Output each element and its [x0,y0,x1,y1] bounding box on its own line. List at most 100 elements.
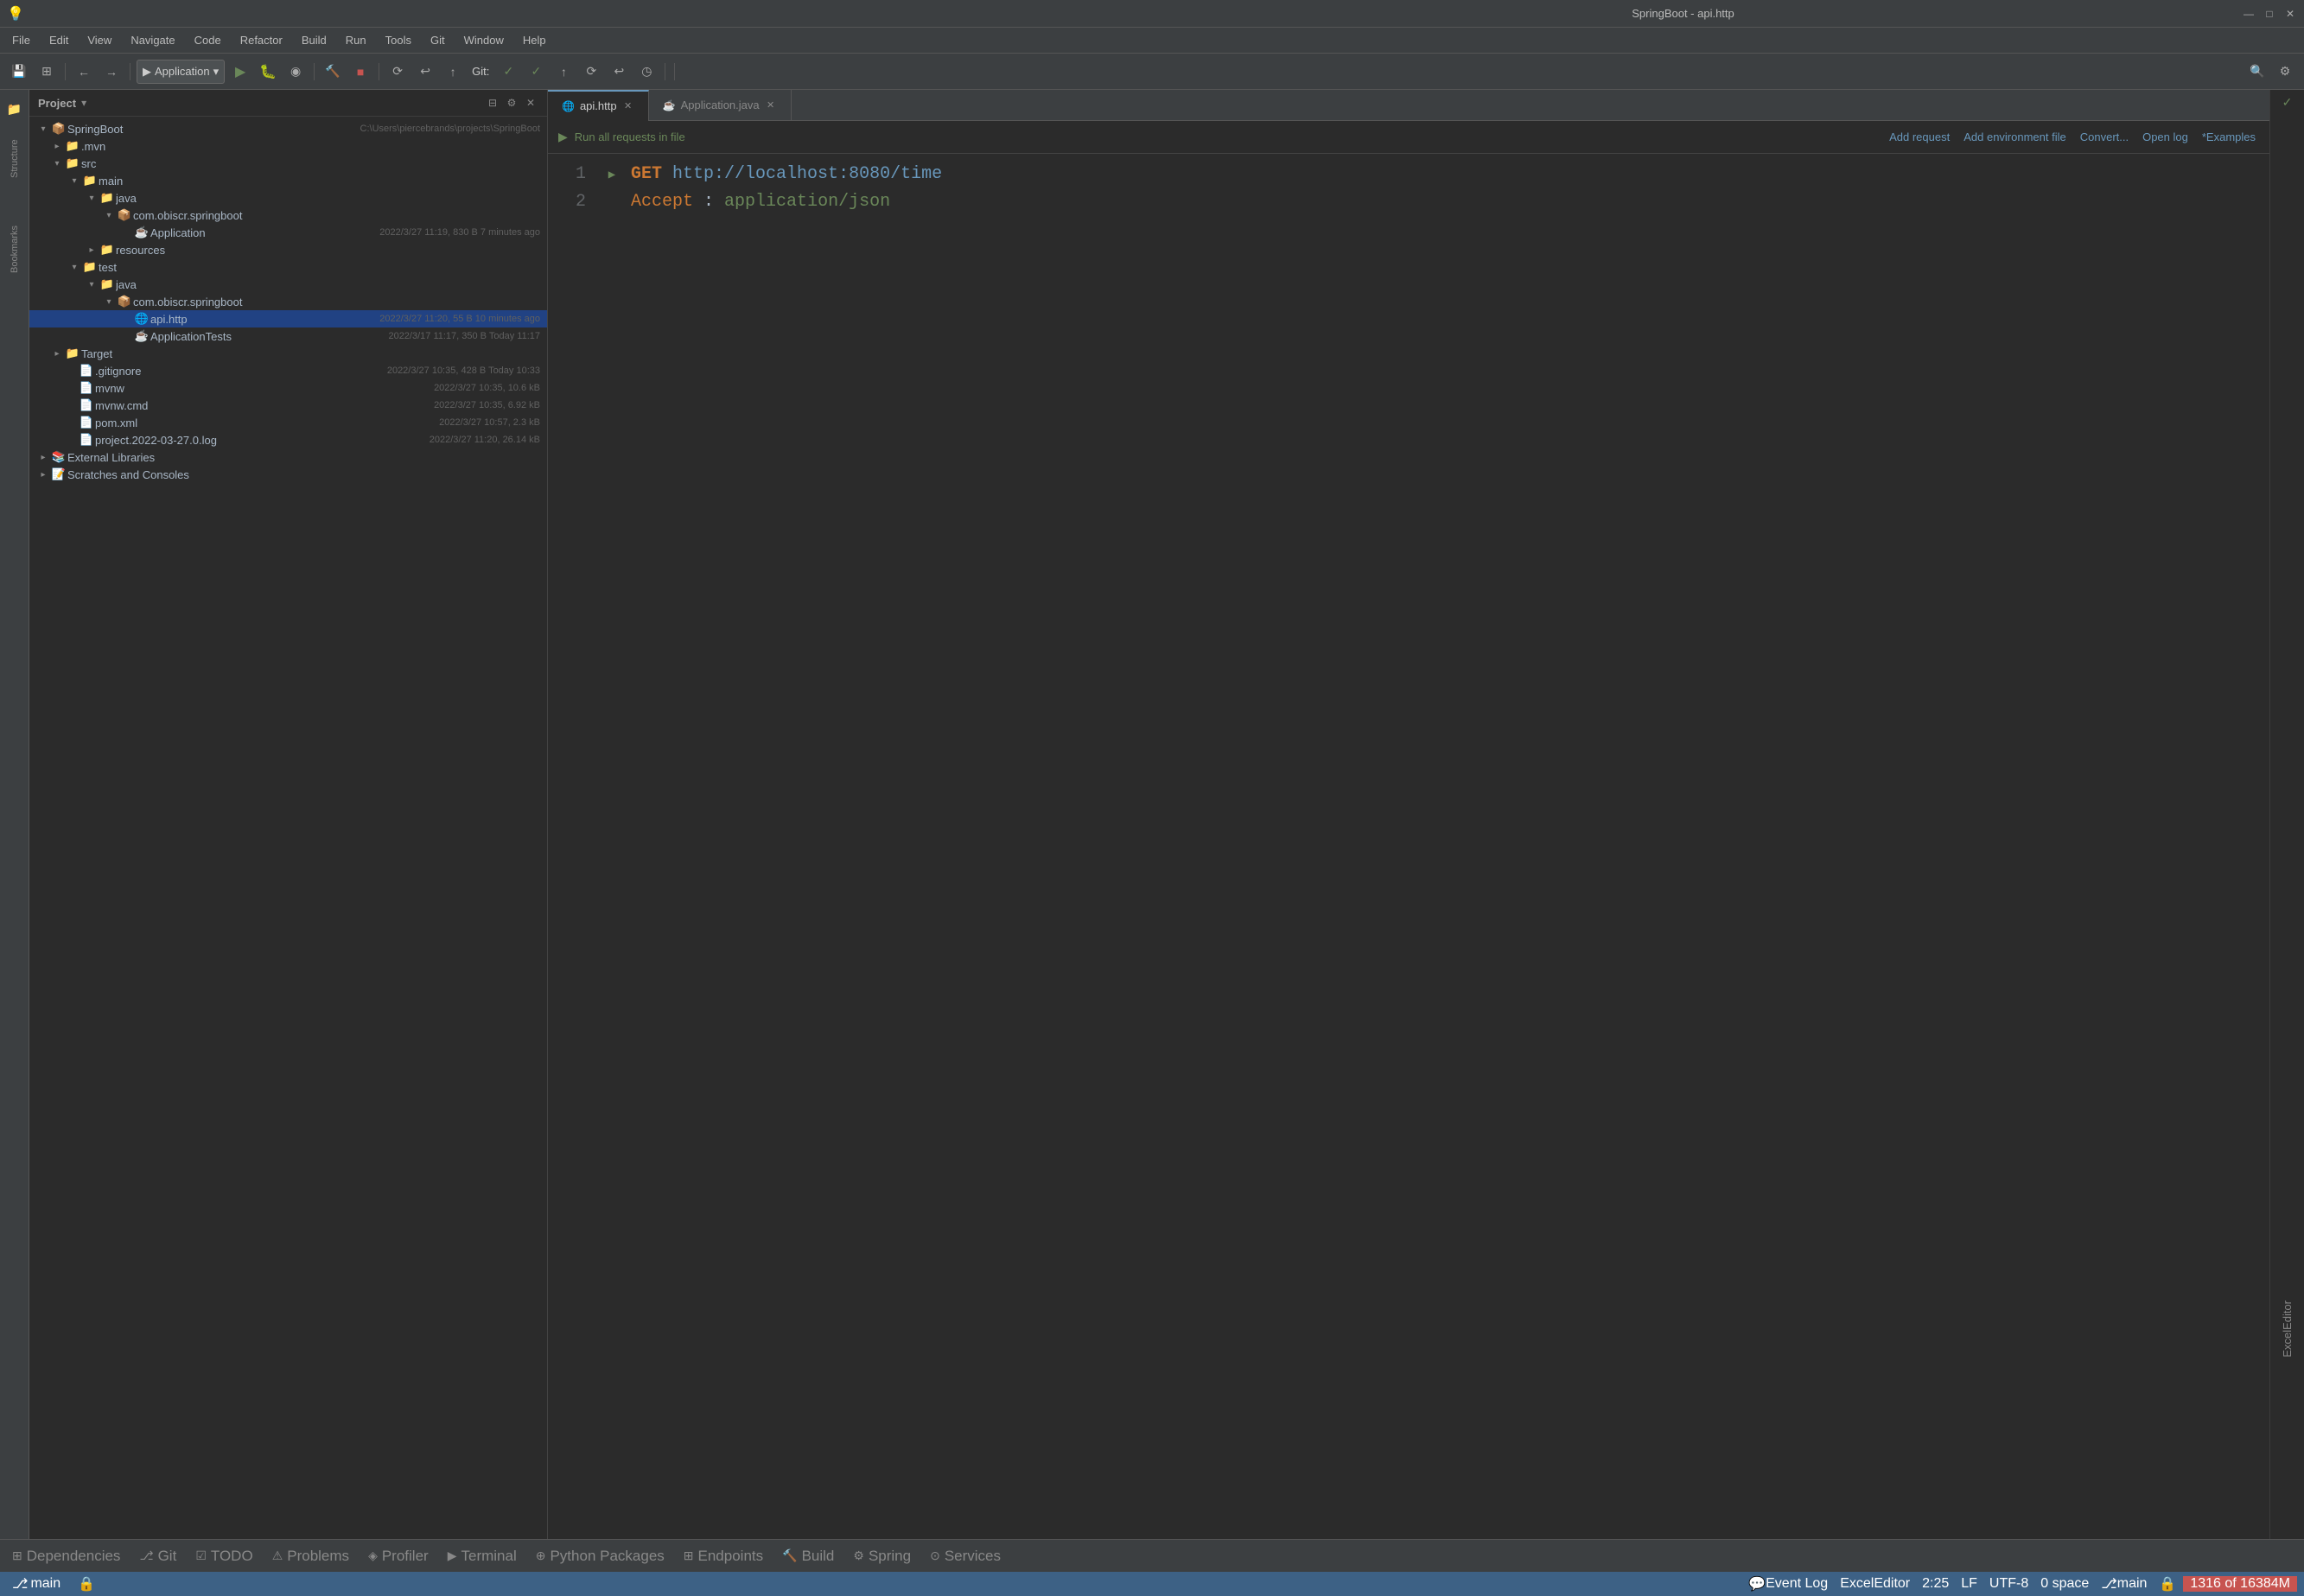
tab-profiler[interactable]: ◈ Profiler [360,1543,437,1569]
python-packages-icon: ⊕ [536,1548,546,1563]
settings-file-tree-button[interactable]: ⚙ [504,95,519,111]
minimize-button[interactable]: — [2242,7,2256,21]
add-environment-file-button[interactable]: Add environment file [1960,129,2070,145]
menu-tools[interactable]: Tools [377,30,420,50]
run-all-button[interactable]: Run all requests in file [575,130,685,143]
git-check-button[interactable]: ✓ [496,60,520,84]
menu-code[interactable]: Code [186,30,230,50]
tab-endpoints[interactable]: ⊞ Endpoints [675,1543,772,1569]
status-event-log[interactable]: 💬 Event Log [1743,1575,1833,1593]
status-line-ending[interactable]: LF [1956,1576,1983,1592]
git-tick-button[interactable]: ✓ [524,60,548,84]
menu-navigate[interactable]: Navigate [122,30,183,50]
tree-item-java-test[interactable]: ▾ 📁 java [29,276,547,293]
tab-close-api-http[interactable]: ✕ [622,100,634,112]
tree-item-project-log[interactable]: 📄 project.2022-03-27.0.log 2022/3/27 11:… [29,431,547,448]
tab-api-http[interactable]: 🌐 api.http ✕ [548,90,649,121]
tab-todo[interactable]: ☑ TODO [187,1543,261,1569]
save-button[interactable]: 💾 [7,60,31,84]
tab-close-application-java[interactable]: ✕ [765,99,777,111]
menu-file[interactable]: File [3,30,39,50]
tab-git[interactable]: ⎇ Git [130,1543,185,1569]
tree-item-application[interactable]: ☕ Application 2022/3/27 11:19, 830 B 7 m… [29,224,547,241]
stop-button[interactable]: ■ [348,60,372,84]
menu-refactor[interactable]: Refactor [232,30,291,50]
revert-button[interactable]: ↩ [413,60,437,84]
tree-item-mvn[interactable]: ▸ 📁 .mvn [29,137,547,155]
tree-item-package-test[interactable]: ▾ 📦 com.obiscr.springboot [29,293,547,310]
tab-services[interactable]: ⊙ Services [921,1543,1009,1569]
tree-item-gitignore[interactable]: 📄 .gitignore 2022/3/27 10:35, 428 B Toda… [29,362,547,379]
tree-item-pom-xml[interactable]: 📄 pom.xml 2022/3/27 10:57, 2.3 kB [29,414,547,431]
forward-button[interactable]: → [99,60,124,84]
run-button[interactable]: ▶ [228,60,252,84]
tree-item-mvnw-cmd[interactable]: 📄 mvnw.cmd 2022/3/27 10:35, 6.92 kB [29,397,547,414]
push-button[interactable]: ↑ [441,60,465,84]
tab-dependencies[interactable]: ⊞ Dependencies [3,1543,129,1569]
add-request-button[interactable]: Add request [1886,129,1953,145]
tree-item-scratches[interactable]: ▸ 📝 Scratches and Consoles [29,466,547,483]
menu-build[interactable]: Build [293,30,335,50]
save-all-button[interactable]: ⊞ [35,60,59,84]
coverage-button[interactable]: ◉ [283,60,308,84]
status-branch-right[interactable]: ⎇ main [2096,1575,2152,1593]
status-warning[interactable]: 1316 of 16384M [2183,1576,2297,1592]
run-configuration-dropdown[interactable]: ▶ Application ▾ [137,60,225,84]
tree-item-target[interactable]: ▸ 📁 Target [29,345,547,362]
status-encoding[interactable]: UTF-8 [1984,1576,2034,1592]
tree-item-springboot[interactable]: ▾ 📦 SpringBoot C:\Users\piercebrands\pro… [29,120,547,137]
tree-arrow-external-libs: ▸ [36,453,50,462]
build-button[interactable]: 🔨 [321,60,345,84]
git-history-button[interactable]: ◷ [634,60,659,84]
status-lock[interactable]: 🔒 [73,1572,100,1596]
status-excel-editor[interactable]: ExcelEditor [1835,1576,1915,1592]
settings-button[interactable]: ⚙ [2273,60,2297,84]
menu-git[interactable]: Git [422,30,454,50]
convert-button[interactable]: Convert... [2077,129,2132,145]
close-file-tree-button[interactable]: ✕ [523,95,538,111]
back-button[interactable]: ← [72,60,96,84]
tab-spring[interactable]: ⚙ Spring [844,1543,920,1569]
status-indent[interactable]: 0 space [2035,1576,2094,1592]
status-branch[interactable]: ⎇ main [7,1572,66,1596]
tree-item-external-libs[interactable]: ▸ 📚 External Libraries [29,448,547,466]
git-update-button[interactable]: ⟳ [579,60,603,84]
git-revert2-button[interactable]: ↩ [607,60,631,84]
maximize-button[interactable]: □ [2263,7,2276,21]
status-cursor-pos[interactable]: 2:25 [1917,1576,1954,1592]
tab-problems[interactable]: ⚠ Problems [264,1543,358,1569]
tree-item-application-tests[interactable]: ☕ ApplicationTests 2022/3/17 11:17, 350 … [29,327,547,345]
search-button[interactable]: 🔍 [2245,60,2269,84]
tab-terminal[interactable]: ▶ Terminal [439,1543,525,1569]
project-icon[interactable]: 📁 [3,97,27,121]
tree-item-src[interactable]: ▾ 📁 src [29,155,547,172]
git-push2-button[interactable]: ↑ [551,60,576,84]
run-line-1-button[interactable]: ▶ [608,166,615,185]
tab-build[interactable]: 🔨 Build [773,1543,843,1569]
open-log-button[interactable]: Open log [2139,129,2192,145]
examples-button[interactable]: *Examples [2199,129,2259,145]
tree-item-test[interactable]: ▾ 📁 test [29,258,547,276]
tree-item-mvnw[interactable]: 📄 mvnw 2022/3/27 10:35, 10.6 kB [29,379,547,397]
menu-edit[interactable]: Edit [41,30,77,50]
bookmarks-icon[interactable]: Bookmarks [5,214,24,283]
close-button[interactable]: ✕ [2283,7,2297,21]
menu-run[interactable]: Run [337,30,375,50]
tree-item-java-main[interactable]: ▾ 📁 java [29,189,547,207]
menu-window[interactable]: Window [455,30,512,50]
collapse-all-button[interactable]: ⊟ [485,95,500,111]
tab-application-java[interactable]: ☕ Application.java ✕ [649,90,792,121]
status-lock-right[interactable]: 🔒 [2154,1575,2181,1593]
debug-button[interactable]: 🐛 [256,60,280,84]
structure-icon[interactable]: Structure [5,124,24,194]
vcs-button[interactable]: ⟳ [385,60,410,84]
menu-help[interactable]: Help [514,30,555,50]
tree-item-main[interactable]: ▾ 📁 main [29,172,547,189]
tree-item-api-http[interactable]: 🌐 api.http 2022/3/27 11:20, 55 B 10 minu… [29,310,547,327]
tree-item-package-main[interactable]: ▾ 📦 com.obiscr.springboot [29,207,547,224]
menu-view[interactable]: View [79,30,120,50]
excel-editor-tab[interactable]: ExcelEditor [2277,1292,2297,1366]
tree-item-resources[interactable]: ▸ 📁 resources [29,241,547,258]
code-editor[interactable]: 1 ▶ GET http://localhost:8080/time 2 Acc… [548,154,2269,1539]
tab-python-packages[interactable]: ⊕ Python Packages [527,1543,673,1569]
